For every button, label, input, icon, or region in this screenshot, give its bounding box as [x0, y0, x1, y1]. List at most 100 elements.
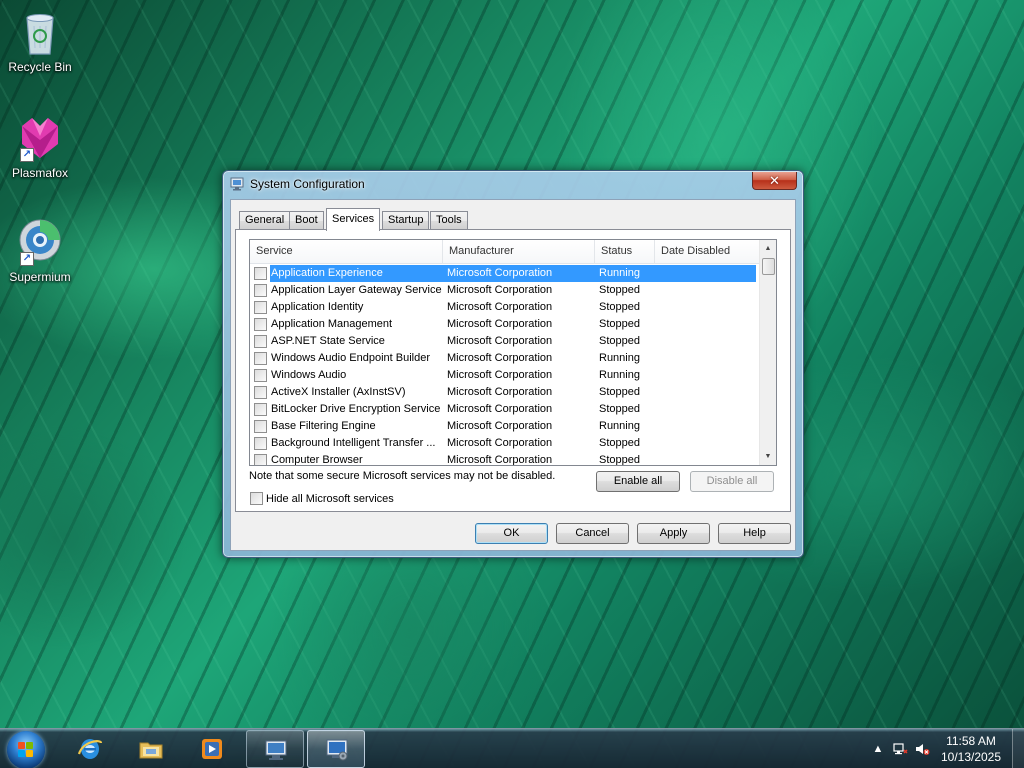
column-header-status[interactable]: Status: [595, 240, 655, 264]
title-bar[interactable]: System Configuration ✕: [223, 171, 803, 197]
service-date-disabled: [659, 350, 759, 367]
service-row[interactable]: Base Filtering Engine Microsoft Corporati…: [250, 418, 760, 435]
service-name: ASP.NET State Service: [271, 335, 385, 347]
service-checkbox[interactable]: [254, 437, 267, 450]
vertical-scrollbar[interactable]: ▲ ▼: [759, 240, 776, 465]
service-row[interactable]: Windows Audio Microsoft Corporation Runnin…: [250, 367, 760, 384]
service-checkbox[interactable]: [254, 284, 267, 297]
scroll-down-arrow-icon[interactable]: ▼: [760, 448, 776, 465]
column-header-date-disabled[interactable]: Date Disabled: [655, 240, 760, 264]
service-status: Stopped: [599, 386, 640, 398]
service-checkbox[interactable]: [254, 335, 267, 348]
service-status: Running: [599, 352, 640, 364]
system-configuration-icon: [230, 177, 244, 191]
service-checkbox[interactable]: [254, 267, 267, 280]
taskbar-item-system-configuration[interactable]: [307, 730, 365, 768]
service-manufacturer: Microsoft Corporation: [447, 420, 553, 432]
tab-startup[interactable]: Startup: [382, 211, 430, 230]
service-date-disabled: [659, 384, 759, 401]
service-status: Stopped: [599, 284, 640, 296]
service-date-disabled: [659, 316, 759, 333]
clock[interactable]: 11:58 AM 10/13/2025: [938, 733, 1004, 765]
tab-tools[interactable]: Tools: [430, 211, 468, 230]
service-manufacturer: Microsoft Corporation: [447, 454, 553, 466]
service-manufacturer: Microsoft Corporation: [447, 369, 553, 381]
service-row[interactable]: Computer Browser Microsoft Corporation Sto…: [250, 452, 760, 466]
checkbox-box[interactable]: [250, 492, 263, 505]
service-date-disabled: [659, 435, 759, 452]
taskbar-item-internet-explorer[interactable]: [61, 730, 119, 768]
taskbar-item-file-explorer[interactable]: [122, 730, 180, 768]
tab-general[interactable]: General: [239, 211, 291, 230]
secure-services-note: Note that some secure Microsoft services…: [249, 470, 556, 482]
service-row[interactable]: ASP.NET State Service Microsoft Corporati…: [250, 333, 760, 350]
desktop-icon-supermium[interactable]: ↗ Supermium: [0, 218, 80, 284]
services-list[interactable]: Service Manufacturer Status Date Disable…: [249, 239, 777, 466]
service-row[interactable]: BitLocker Drive Encryption Service Micros…: [250, 401, 760, 418]
service-name: Application Layer Gateway Service: [271, 284, 442, 296]
volume-muted-icon[interactable]: [914, 741, 930, 757]
apply-button[interactable]: Apply: [637, 523, 710, 544]
service-checkbox[interactable]: [254, 369, 267, 382]
service-status: Running: [599, 369, 640, 381]
desktop-icon-label: Recycle Bin: [8, 60, 72, 74]
ok-button[interactable]: OK: [475, 523, 548, 544]
window-title: System Configuration: [250, 177, 365, 191]
taskbar: ▲ 11:58 AM 10/13/2025: [0, 728, 1024, 768]
show-hidden-icons-icon[interactable]: ▲: [870, 741, 886, 757]
service-name: ActiveX Installer (AxInstSV): [271, 386, 406, 398]
column-header-manufacturer[interactable]: Manufacturer: [443, 240, 595, 264]
cancel-button[interactable]: Cancel: [556, 523, 629, 544]
scroll-up-arrow-icon[interactable]: ▲: [760, 240, 776, 257]
service-date-disabled: [659, 333, 759, 350]
service-row[interactable]: Background Intelligent Transfer ... Micro…: [250, 435, 760, 452]
desktop-icon-label: Plasmafox: [11, 166, 69, 180]
disable-all-button[interactable]: Disable all: [690, 471, 774, 492]
service-row[interactable]: ActiveX Installer (AxInstSV) Microsoft Co…: [250, 384, 760, 401]
enable-all-button[interactable]: Enable all: [596, 471, 680, 492]
service-row[interactable]: Application Management Microsoft Corporat…: [250, 316, 760, 333]
service-row[interactable]: Application Experience Microsoft Corporat…: [250, 265, 760, 282]
remote-desktop-icon: [265, 740, 287, 760]
help-button[interactable]: Help: [718, 523, 791, 544]
close-button[interactable]: ✕: [752, 172, 797, 190]
service-checkbox[interactable]: [254, 420, 267, 433]
service-name: Windows Audio Endpoint Builder: [271, 352, 430, 364]
service-checkbox[interactable]: [254, 403, 267, 416]
scrollbar-thumb[interactable]: [762, 258, 775, 275]
taskbar-item-remote-desktop[interactable]: [246, 730, 304, 768]
dialog-client-area: General Boot Services Startup Tools Serv…: [230, 199, 796, 551]
media-player-icon: [202, 739, 222, 759]
service-row[interactable]: Application Layer Gateway Service Microso…: [250, 282, 760, 299]
desktop-icon-plasmafox[interactable]: ↗ Plasmafox: [0, 114, 80, 180]
service-date-disabled: [659, 401, 759, 418]
column-header-service[interactable]: Service: [250, 240, 443, 264]
desktop-icon-recycle-bin[interactable]: Recycle Bin: [0, 8, 80, 74]
tab-boot[interactable]: Boot: [289, 211, 324, 230]
service-status: Running: [599, 267, 640, 279]
show-desktop-button[interactable]: [1012, 729, 1024, 768]
start-button[interactable]: [7, 731, 45, 768]
network-icon[interactable]: [892, 741, 908, 757]
service-row[interactable]: Windows Audio Endpoint Builder Microsoft …: [250, 350, 760, 367]
clock-time: 11:58 AM: [946, 734, 996, 748]
service-checkbox[interactable]: [254, 454, 267, 465]
service-checkbox[interactable]: [254, 318, 267, 331]
notification-area: ▲ 11:58 AM 10/13/2025: [864, 729, 1024, 768]
service-row[interactable]: Application Identity Microsoft Corporatio…: [250, 299, 760, 316]
service-checkbox[interactable]: [254, 352, 267, 365]
service-checkbox[interactable]: [254, 301, 267, 314]
service-checkbox[interactable]: [254, 386, 267, 399]
plasmafox-icon: ↗: [18, 114, 62, 162]
service-name: Computer Browser: [271, 454, 363, 466]
tab-services[interactable]: Services: [326, 208, 381, 231]
taskbar-item-media-player[interactable]: [183, 730, 241, 768]
service-date-disabled: [659, 418, 759, 435]
services-tab-panel: Service Manufacturer Status Date Disable…: [235, 229, 791, 512]
service-name: Base Filtering Engine: [271, 420, 376, 432]
service-name: Application Management: [271, 318, 393, 330]
service-manufacturer: Microsoft Corporation: [447, 335, 553, 347]
supermium-icon: ↗: [18, 218, 62, 266]
service-manufacturer: Microsoft Corporation: [447, 267, 553, 279]
hide-microsoft-services-label: Hide all Microsoft services: [266, 493, 394, 505]
